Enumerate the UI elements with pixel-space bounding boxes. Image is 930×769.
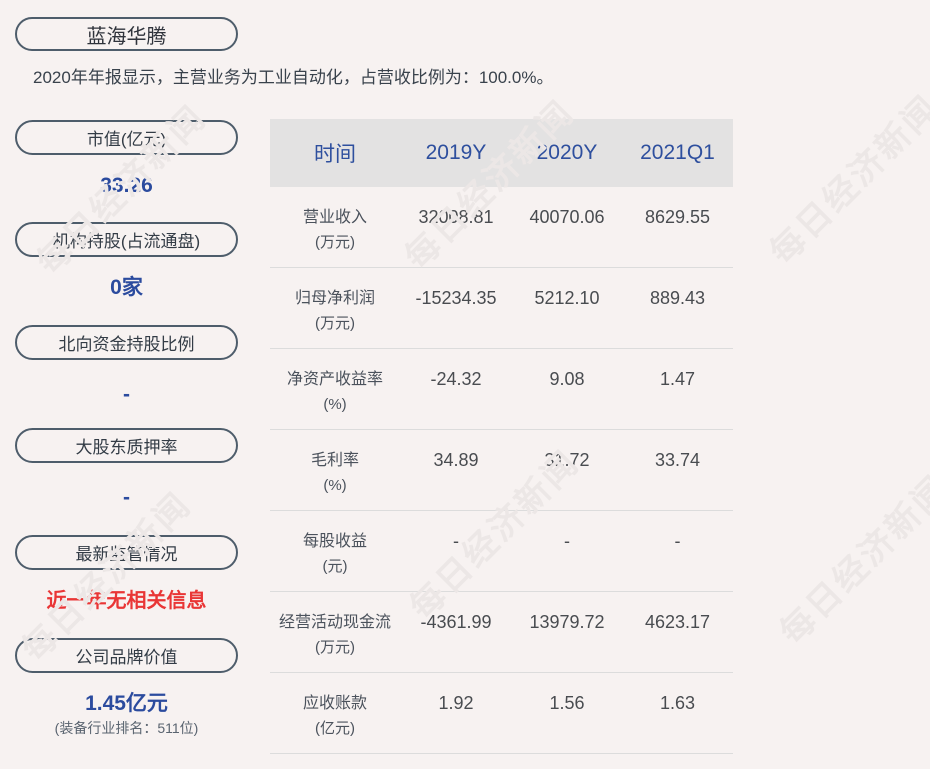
table-row: 净资产收益率 (%) -24.32 9.08 1.47 (270, 349, 733, 430)
row-label: 经营活动现金流 (278, 614, 391, 631)
cell-value: 1.92 (438, 693, 474, 713)
cell-value: 31.72 (544, 450, 590, 470)
cell-value: 889.43 (649, 288, 706, 308)
cell-value: -24.32 (430, 369, 482, 389)
cell-value: - (453, 531, 459, 551)
stat-label: 大股东质押率 (75, 438, 178, 457)
cell-value: -4361.99 (420, 612, 492, 632)
stat-label: 北向资金持股比例 (58, 335, 195, 354)
stat-value: 1.45亿元 (85, 692, 168, 715)
stat-label: 公司品牌价值 (75, 648, 178, 667)
column-header-2021q1: 2021Q1 (640, 141, 715, 164)
row-unit: (万元) (315, 639, 355, 656)
stat-value: - (123, 383, 130, 406)
table-row: 每股收益 (元) - - - (270, 511, 733, 592)
row-label: 每股收益 (302, 533, 367, 550)
cell-value: 40070.06 (529, 207, 605, 227)
stat-label-pill: 最新监管情况 (15, 535, 238, 570)
row-unit: (%) (323, 477, 347, 494)
row-unit: (万元) (315, 234, 355, 251)
row-label: 应收账款 (302, 695, 367, 712)
cell-value: -15234.35 (415, 288, 497, 308)
column-header-2019: 2019Y (425, 141, 487, 164)
table-row: 营业收入 (万元) 32008.81 40070.06 8629.55 (270, 187, 733, 268)
stat-value: 近一年无相关信息 (46, 590, 207, 612)
company-name: 蓝海华腾 (86, 25, 167, 48)
stat-label-pill: 市值(亿元) (15, 120, 238, 155)
watermark-text: 每日经济新闻 (763, 88, 930, 272)
row-unit: (元) (322, 558, 348, 575)
table-row: 经营活动现金流 (万元) -4361.99 13979.72 4623.17 (270, 592, 733, 673)
row-label: 归母净利润 (294, 290, 375, 307)
watermark-text: 每日经济新闻 (773, 468, 930, 652)
stat-subvalue: (装备行业排名：511位) (54, 720, 199, 736)
cell-value: 5212.10 (534, 288, 600, 308)
company-financial-card: 蓝海华腾 2020年年报显示，主营业务为工业自动化，占营收比例为：100.0%。… (0, 0, 930, 769)
row-unit: (%) (323, 396, 347, 413)
stat-label-pill: 公司品牌价值 (15, 638, 238, 673)
cell-value: 32008.81 (418, 207, 494, 227)
row-label: 毛利率 (310, 452, 359, 469)
cell-value: 8629.55 (644, 207, 711, 227)
cell-value: - (564, 531, 570, 551)
stat-label-pill: 大股东质押率 (15, 428, 238, 463)
cell-value: - (674, 531, 681, 551)
cell-value: 9.08 (549, 369, 585, 389)
cell-value: 1.47 (659, 369, 696, 389)
stat-label-pill: 北向资金持股比例 (15, 325, 238, 360)
row-label: 净资产收益率 (286, 371, 383, 388)
stat-label: 最新监管情况 (75, 545, 178, 564)
stat-label: 市值(亿元) (86, 130, 167, 149)
table-row: 毛利率 (%) 34.89 31.72 33.74 (270, 430, 733, 511)
main-business-description: 2020年年报显示，主营业务为工业自动化，占营收比例为：100.0%。 (33, 68, 554, 87)
row-unit: (万元) (315, 315, 355, 332)
column-header-2020: 2020Y (536, 141, 598, 164)
stat-label: 机构持股(占流通盘) (52, 232, 201, 251)
row-label: 营业收入 (302, 209, 367, 226)
cell-value: 13979.72 (529, 612, 605, 632)
cell-value: 4623.17 (644, 612, 711, 632)
stat-value: 0家 (110, 276, 143, 299)
stat-value: 33.26 (100, 174, 153, 197)
cell-value: 1.63 (659, 693, 696, 713)
cell-value: 34.89 (433, 450, 479, 470)
column-header-time: 时间 (314, 143, 356, 166)
table-row: 归母净利润 (万元) -15234.35 5212.10 889.43 (270, 268, 733, 349)
stat-value: - (123, 486, 130, 509)
company-name-badge: 蓝海华腾 (15, 17, 238, 51)
cell-value: 1.56 (549, 693, 585, 713)
table-header: 时间 2019Y 2020Y 2021Q1 (270, 119, 733, 187)
table-body: 营业收入 (万元) 32008.81 40070.06 8629.55 归母净利… (270, 187, 733, 754)
stat-label-pill: 机构持股(占流通盘) (15, 222, 238, 257)
row-unit: (亿元) (315, 720, 355, 737)
cell-value: 33.74 (654, 450, 701, 470)
table-row: 应收账款 (亿元) 1.92 1.56 1.63 (270, 673, 733, 754)
